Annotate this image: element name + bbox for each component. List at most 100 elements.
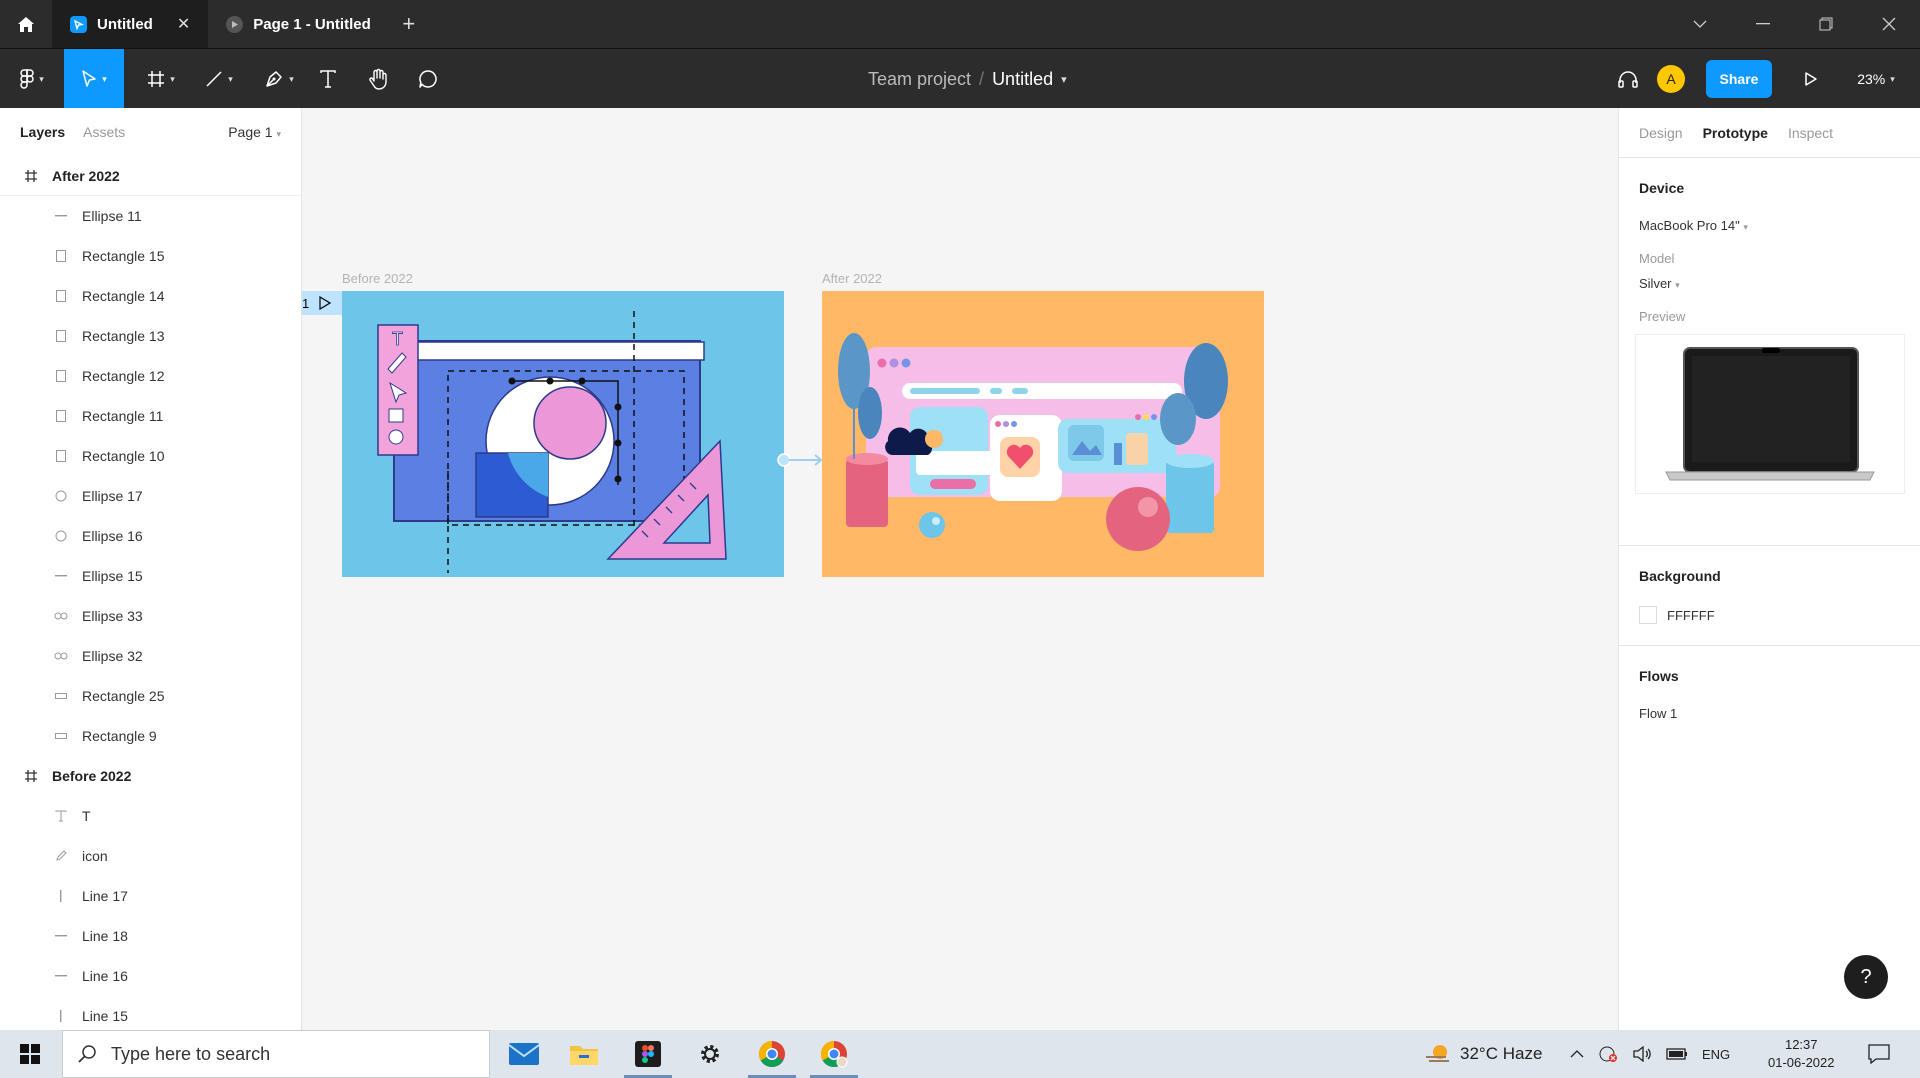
- flow-start-badge[interactable]: 1: [302, 291, 342, 315]
- layer-item[interactable]: Rectangle 15: [0, 236, 301, 276]
- battery-icon[interactable]: [1666, 1048, 1688, 1060]
- move-tool[interactable]: ▾: [64, 49, 124, 109]
- background-swatch[interactable]: [1639, 606, 1657, 624]
- cursor-icon: [82, 70, 96, 87]
- line-tool-icon: [206, 71, 222, 87]
- tab-design[interactable]: Design: [1639, 125, 1683, 141]
- frame-before-2022[interactable]: T: [342, 291, 784, 577]
- help-button[interactable]: ?: [1844, 955, 1888, 999]
- text-tool[interactable]: [312, 49, 344, 109]
- layer-item[interactable]: Ellipse 17: [0, 476, 301, 516]
- layer-name: Ellipse 11: [82, 208, 142, 224]
- chrome-app[interactable]: [742, 1030, 802, 1078]
- figma-file-icon: [70, 15, 87, 33]
- tab-page-1[interactable]: Page 1 - Untitled: [208, 0, 389, 48]
- tab-prototype[interactable]: Prototype: [1703, 125, 1768, 141]
- background-hex[interactable]: FFFFFF: [1667, 608, 1715, 623]
- figma-app[interactable]: [618, 1030, 678, 1078]
- tab-layers[interactable]: Layers: [20, 124, 65, 140]
- vertical-line-icon: [54, 1010, 68, 1022]
- layer-item[interactable]: Rectangle 25: [0, 676, 301, 716]
- tab-inspect[interactable]: Inspect: [1788, 125, 1833, 141]
- layer-item[interactable]: Ellipse 32: [0, 636, 301, 676]
- layer-item[interactable]: Line 16: [0, 956, 301, 996]
- layer-item[interactable]: icon: [0, 836, 301, 876]
- clock[interactable]: 12:37 01-06-2022: [1768, 1030, 1835, 1078]
- weather-widget[interactable]: 32°C Haze: [1424, 1030, 1542, 1078]
- avatar[interactable]: A: [1656, 49, 1686, 109]
- close-window-button[interactable]: [1857, 0, 1920, 48]
- file-menu-chevron-icon[interactable]: ▾: [1061, 73, 1067, 86]
- layer-frame[interactable]: Before 2022: [0, 756, 301, 796]
- layer-item[interactable]: Ellipse 16: [0, 516, 301, 556]
- pen-icon: [54, 850, 68, 862]
- share-button-wrap: Share: [1706, 49, 1772, 109]
- layer-item[interactable]: Rectangle 11: [0, 396, 301, 436]
- project-name[interactable]: Team project: [868, 69, 971, 90]
- frame-label-after[interactable]: After 2022: [822, 271, 882, 286]
- layer-item[interactable]: Ellipse 33: [0, 596, 301, 636]
- layer-item[interactable]: Line 18: [0, 916, 301, 956]
- layer-item[interactable]: Ellipse 11: [0, 196, 301, 236]
- layer-item[interactable]: Ellipse 15: [0, 556, 301, 596]
- add-tab-button[interactable]: +: [389, 0, 429, 48]
- minimize-button[interactable]: [1731, 0, 1794, 48]
- device-section: Device MacBook Pro 14" ▾ Model Silver ▾ …: [1619, 158, 1920, 546]
- canvas[interactable]: Before 2022 After 2022 1 T: [302, 108, 1618, 1030]
- file-explorer-app[interactable]: [554, 1030, 614, 1078]
- layer-item[interactable]: Rectangle 13: [0, 316, 301, 356]
- language-indicator[interactable]: ENG: [1702, 1047, 1730, 1062]
- frame-tool[interactable]: ▾: [136, 49, 186, 109]
- prototype-connection-arrow[interactable]: [777, 453, 825, 467]
- frame-icon: [24, 169, 38, 183]
- zoom-menu[interactable]: 23% ▾: [1846, 49, 1906, 109]
- frame-label-before[interactable]: Before 2022: [342, 271, 413, 286]
- tray-chevron-icon[interactable]: [1570, 1049, 1584, 1059]
- share-button[interactable]: Share: [1706, 60, 1772, 98]
- tab-label: Page 1 - Untitled: [253, 15, 371, 33]
- notification-icon: [1868, 1044, 1890, 1064]
- frame-after-2022[interactable]: [822, 291, 1264, 577]
- hand-tool[interactable]: [362, 49, 394, 109]
- page-selector[interactable]: Page 1 ▾: [228, 124, 281, 140]
- notifications-button[interactable]: [1868, 1030, 1890, 1078]
- audio-button[interactable]: [1612, 49, 1644, 109]
- chrome-profile-app[interactable]: [804, 1030, 864, 1078]
- shape-tool[interactable]: ▾: [194, 49, 244, 109]
- mail-app[interactable]: [494, 1030, 554, 1078]
- layer-item[interactable]: Rectangle 9: [0, 716, 301, 756]
- layer-item[interactable]: Rectangle 12: [0, 356, 301, 396]
- taskbar-search[interactable]: Type here to search: [62, 1030, 490, 1078]
- settings-app[interactable]: [680, 1030, 740, 1078]
- layer-item[interactable]: Rectangle 10: [0, 436, 301, 476]
- file-name[interactable]: Untitled: [992, 69, 1053, 90]
- text-icon: [54, 810, 68, 822]
- model-label: Model: [1639, 251, 1675, 266]
- layer-item[interactable]: Line 17: [0, 876, 301, 916]
- layer-item[interactable]: T: [0, 796, 301, 836]
- model-select[interactable]: Silver ▾: [1639, 276, 1900, 291]
- close-tab-icon[interactable]: ✕: [177, 14, 190, 34]
- start-button[interactable]: [0, 1030, 60, 1078]
- layer-frame[interactable]: After 2022: [0, 156, 301, 196]
- windows-icon: [20, 1044, 40, 1064]
- background-color-row[interactable]: FFFFFF: [1639, 606, 1900, 624]
- flow-item[interactable]: Flow 1: [1639, 706, 1900, 721]
- present-button[interactable]: [1796, 49, 1826, 109]
- tab-untitled[interactable]: Untitled ✕: [52, 0, 209, 48]
- tab-menu-chevron-icon[interactable]: [1668, 0, 1731, 48]
- restore-button[interactable]: [1794, 0, 1857, 48]
- flows-title: Flows: [1639, 668, 1679, 684]
- device-select[interactable]: MacBook Pro 14" ▾: [1639, 218, 1900, 233]
- tab-assets[interactable]: Assets: [83, 124, 125, 140]
- line-icon: [54, 935, 68, 937]
- speaker-icon[interactable]: [1632, 1046, 1652, 1062]
- comment-tool[interactable]: [412, 49, 444, 109]
- play-file-icon: [226, 15, 244, 33]
- layer-item[interactable]: Rectangle 14: [0, 276, 301, 316]
- flow-play-icon: [319, 296, 332, 310]
- pen-tool[interactable]: ▾: [254, 49, 304, 109]
- network-offline-icon[interactable]: [1598, 1045, 1618, 1063]
- main-menu-button[interactable]: ▾: [8, 49, 56, 109]
- home-button[interactable]: [0, 0, 52, 48]
